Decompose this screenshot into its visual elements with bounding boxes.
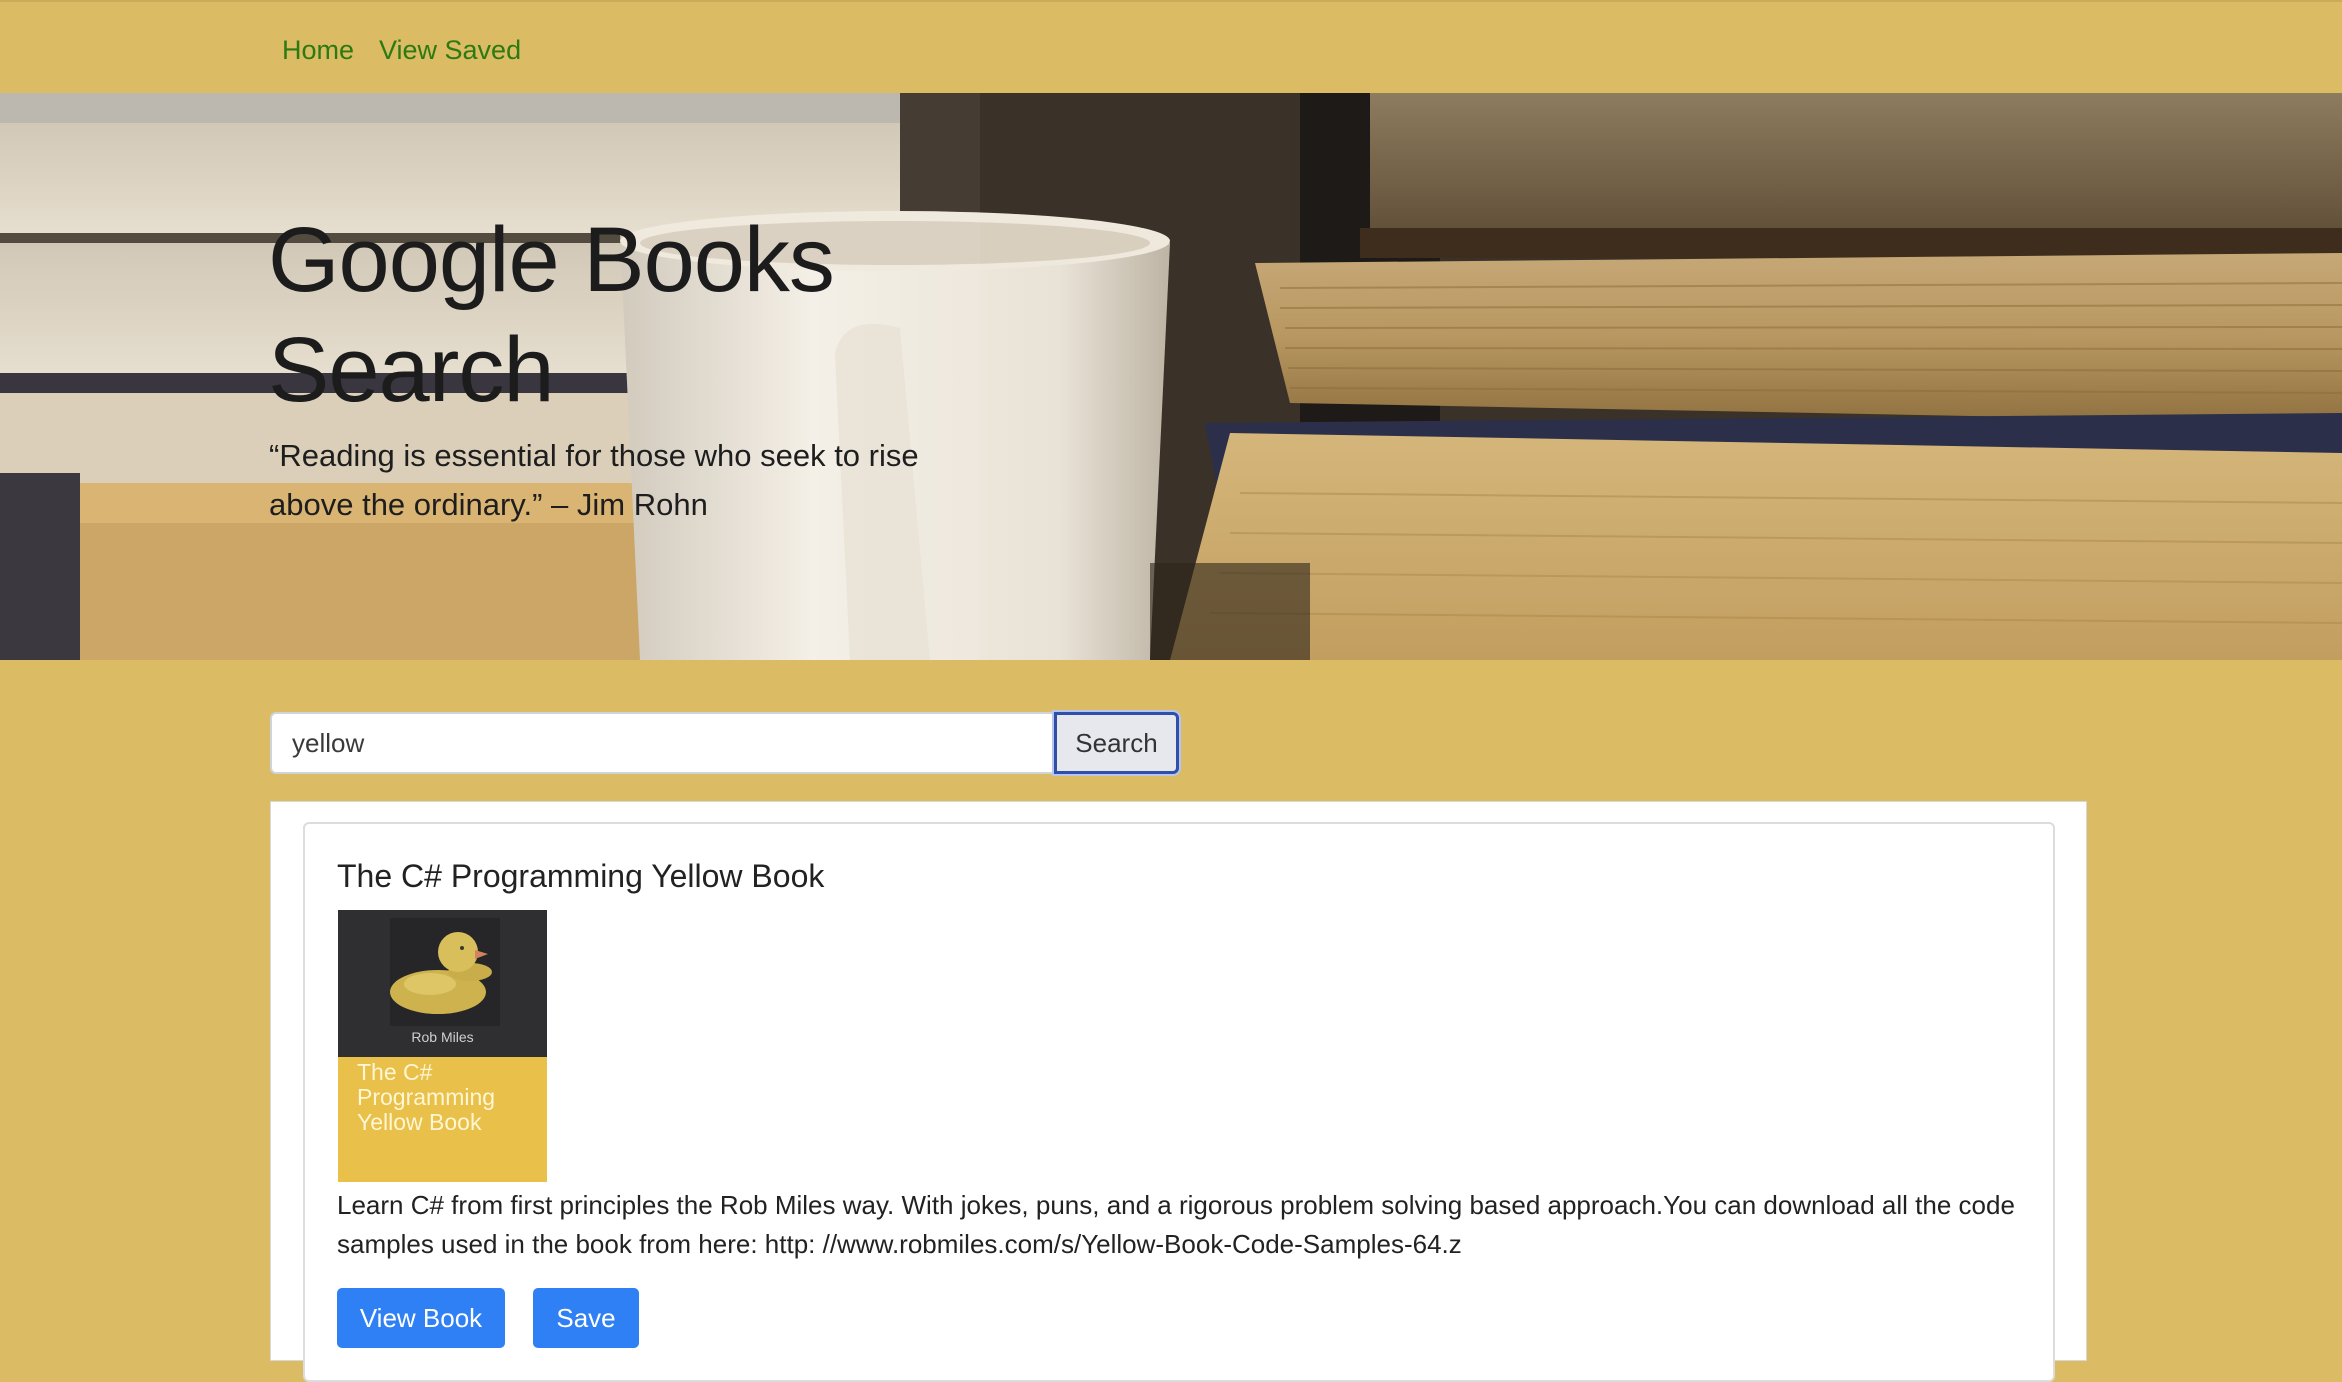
hero-banner: Google Books Search “Reading is essentia… — [0, 93, 2342, 660]
book-description: Learn C# from first principles the Rob M… — [337, 1190, 2015, 1259]
hero-quote: “Reading is essential for those who seek… — [269, 438, 919, 522]
page-title: Google Books Search — [268, 209, 835, 421]
search-input[interactable] — [270, 712, 1056, 774]
nav-home-link[interactable]: Home — [282, 30, 354, 70]
rubber-duck-cover-art — [338, 910, 547, 1182]
search-button[interactable]: Search — [1054, 712, 1179, 774]
book-card: The C# Programming Yellow Book Rob Miles… — [303, 822, 2055, 1382]
cover-title-text: The C# Programming Yellow Book — [357, 1059, 496, 1135]
save-button[interactable]: Save — [533, 1288, 639, 1348]
search-form: Search — [270, 712, 1179, 774]
results-panel: The C# Programming Yellow Book Rob Miles… — [270, 801, 2087, 1382]
navbar: Home View Saved — [0, 0, 2342, 93]
book-cover-image: Rob Miles The C# Programming Yellow Book — [338, 910, 547, 1182]
view-book-button[interactable]: View Book — [337, 1288, 505, 1348]
nav-view-saved-link[interactable]: View Saved — [379, 30, 521, 70]
cover-author-text: Rob Miles — [411, 1029, 474, 1045]
book-title: The C# Programming Yellow Book — [337, 858, 825, 894]
